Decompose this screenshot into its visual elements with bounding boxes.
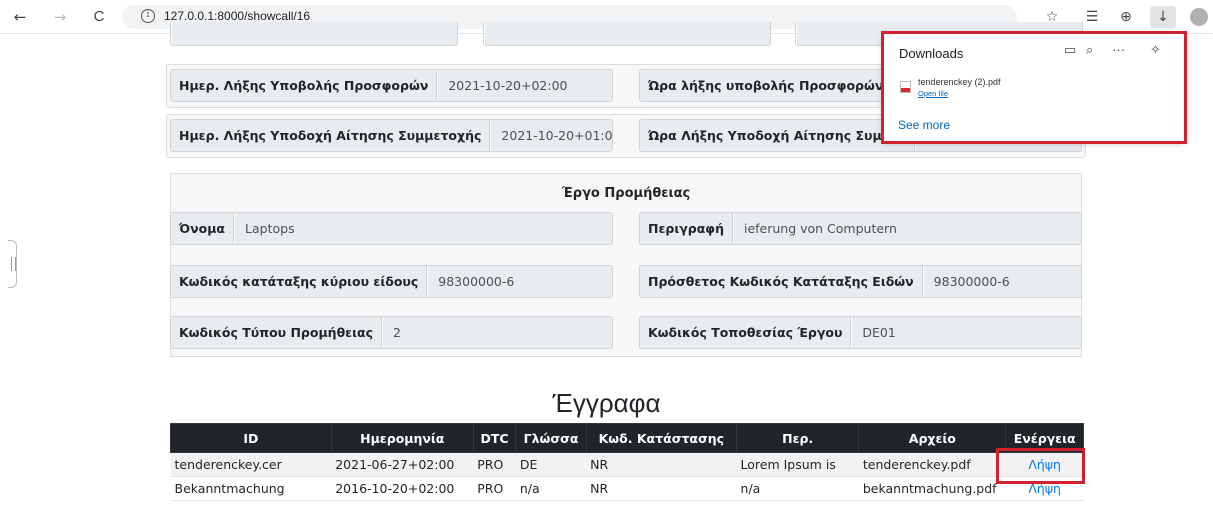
cell-language: DE bbox=[515, 452, 587, 477]
documents-title: Έγγραφα bbox=[552, 388, 661, 418]
column-header[interactable]: Ημερομηνία bbox=[330, 423, 474, 453]
field-application-end-date: Ημερ. Λήξης Υποδοχή Αίτησης Συμμετοχής 2… bbox=[170, 119, 613, 152]
column-header[interactable]: ID bbox=[170, 423, 332, 453]
field-offer-end-date: Ημερ. Λήξης Υποβολής Προσφορών 2021-10-2… bbox=[170, 69, 613, 102]
cell-status-code: NR bbox=[586, 452, 737, 477]
field-partial-2 bbox=[483, 22, 771, 46]
reload-icon[interactable]: C bbox=[91, 9, 107, 25]
field-label: Περιγραφή bbox=[640, 213, 733, 244]
cell-file: bekanntmachung.pdf bbox=[858, 476, 1006, 501]
field-value: DE01 bbox=[851, 317, 1081, 348]
table-header-row: ID Ημερομηνία DTC Γλώσσα Κωδ. Κατάστασης… bbox=[170, 423, 1084, 453]
cell-id: Bekanntmachung bbox=[170, 476, 332, 501]
forward-icon[interactable]: → bbox=[52, 9, 68, 25]
section-title-project: Έργο Προμήθειας bbox=[170, 173, 1082, 211]
field-value: 2021-10-20+02:00 bbox=[437, 70, 612, 101]
extensions-icon[interactable]: ⊕ bbox=[1117, 9, 1135, 25]
field-partial-1 bbox=[170, 22, 458, 46]
field-value: 2021-10-20+01:00 bbox=[490, 120, 612, 151]
field-label: Ημερ. Λήξης Υποβολής Προσφορών bbox=[171, 70, 438, 101]
column-header[interactable]: Περ. bbox=[736, 423, 860, 453]
cell-description: n/a bbox=[736, 476, 859, 501]
field-label: Κωδικός Τοποθεσίας Έργου bbox=[640, 317, 852, 348]
profile-avatar[interactable] bbox=[1190, 8, 1208, 26]
field-project-location: Κωδικός Τοποθεσίας Έργου DE01 bbox=[639, 316, 1082, 349]
cell-file: tenderenckey.pdf bbox=[858, 452, 1006, 477]
cell-id: tenderenckey.cer bbox=[170, 452, 332, 477]
highlight-downloads-panel bbox=[881, 31, 1187, 144]
field-label: Ώρα λήξης υποβολής Προσφορών bbox=[640, 70, 893, 101]
table-row: Bekanntmachung 2016-10-20+02:00 PRO n/a … bbox=[170, 476, 1084, 501]
field-label: Ώρα Λήξης Υποδοχή Αίτησης Συμμετ bbox=[640, 120, 915, 151]
highlight-download-link bbox=[996, 448, 1085, 484]
cell-status-code: NR bbox=[586, 476, 737, 501]
cell-date: 2021-06-27+02:00 bbox=[331, 452, 474, 477]
cell-description: Lorem Ipsum is bbox=[736, 452, 859, 477]
back-icon[interactable]: ← bbox=[12, 9, 28, 25]
collections-icon[interactable]: ☰ bbox=[1083, 9, 1101, 25]
column-header[interactable]: DTC bbox=[472, 423, 517, 453]
field-value: 2 bbox=[381, 317, 612, 348]
downloads-icon[interactable]: ↓ bbox=[1150, 6, 1176, 28]
url-text[interactable]: 127.0.0.1:8000/showcall/16 bbox=[164, 9, 310, 23]
field-project-description: Περιγραφή ieferung von Computern bbox=[639, 212, 1082, 245]
field-label: Κωδικός Τύπου Προμήθειας bbox=[171, 317, 382, 348]
field-value: ieferung von Computern bbox=[732, 213, 1081, 244]
column-header[interactable]: Γλώσσα bbox=[515, 423, 587, 453]
field-project-name: Όνομα Laptops bbox=[170, 212, 613, 245]
field-label: Κωδικός κατάταξης κύριου είδους bbox=[171, 266, 428, 297]
field-label: Πρόσθετος Κωδικός Κατάταξης Ειδών bbox=[640, 266, 923, 297]
field-label: Ημερ. Λήξης Υποδοχή Αίτησης Συμμετοχής bbox=[171, 120, 491, 151]
field-extra-cpv-code: Πρόσθετος Κωδικός Κατάταξης Ειδών 983000… bbox=[639, 265, 1082, 298]
documents-table: ID Ημερομηνία DTC Γλώσσα Κωδ. Κατάστασης… bbox=[170, 423, 1084, 501]
site-info-icon[interactable]: i bbox=[141, 9, 155, 23]
cell-dtc: PRO bbox=[473, 452, 516, 477]
field-value: Laptops bbox=[234, 213, 612, 244]
cell-date: 2016-10-20+02:00 bbox=[331, 476, 474, 501]
column-header[interactable]: Κωδ. Κατάστασης bbox=[585, 423, 738, 453]
field-label: Όνομα bbox=[171, 213, 235, 244]
sidebar-handle[interactable] bbox=[8, 240, 17, 288]
column-header[interactable]: Αρχείο bbox=[858, 423, 1007, 453]
field-procurement-type: Κωδικός Τύπου Προμήθειας 2 bbox=[170, 316, 613, 349]
field-main-cpv-code: Κωδικός κατάταξης κύριου είδους 98300000… bbox=[170, 265, 613, 298]
field-value: 98300000-6 bbox=[427, 266, 612, 297]
cell-language: n/a bbox=[515, 476, 587, 501]
cell-dtc: PRO bbox=[473, 476, 516, 501]
field-value: 98300000-6 bbox=[922, 266, 1081, 297]
table-row: tenderenckey.cer 2021-06-27+02:00 PRO DE… bbox=[170, 452, 1084, 477]
